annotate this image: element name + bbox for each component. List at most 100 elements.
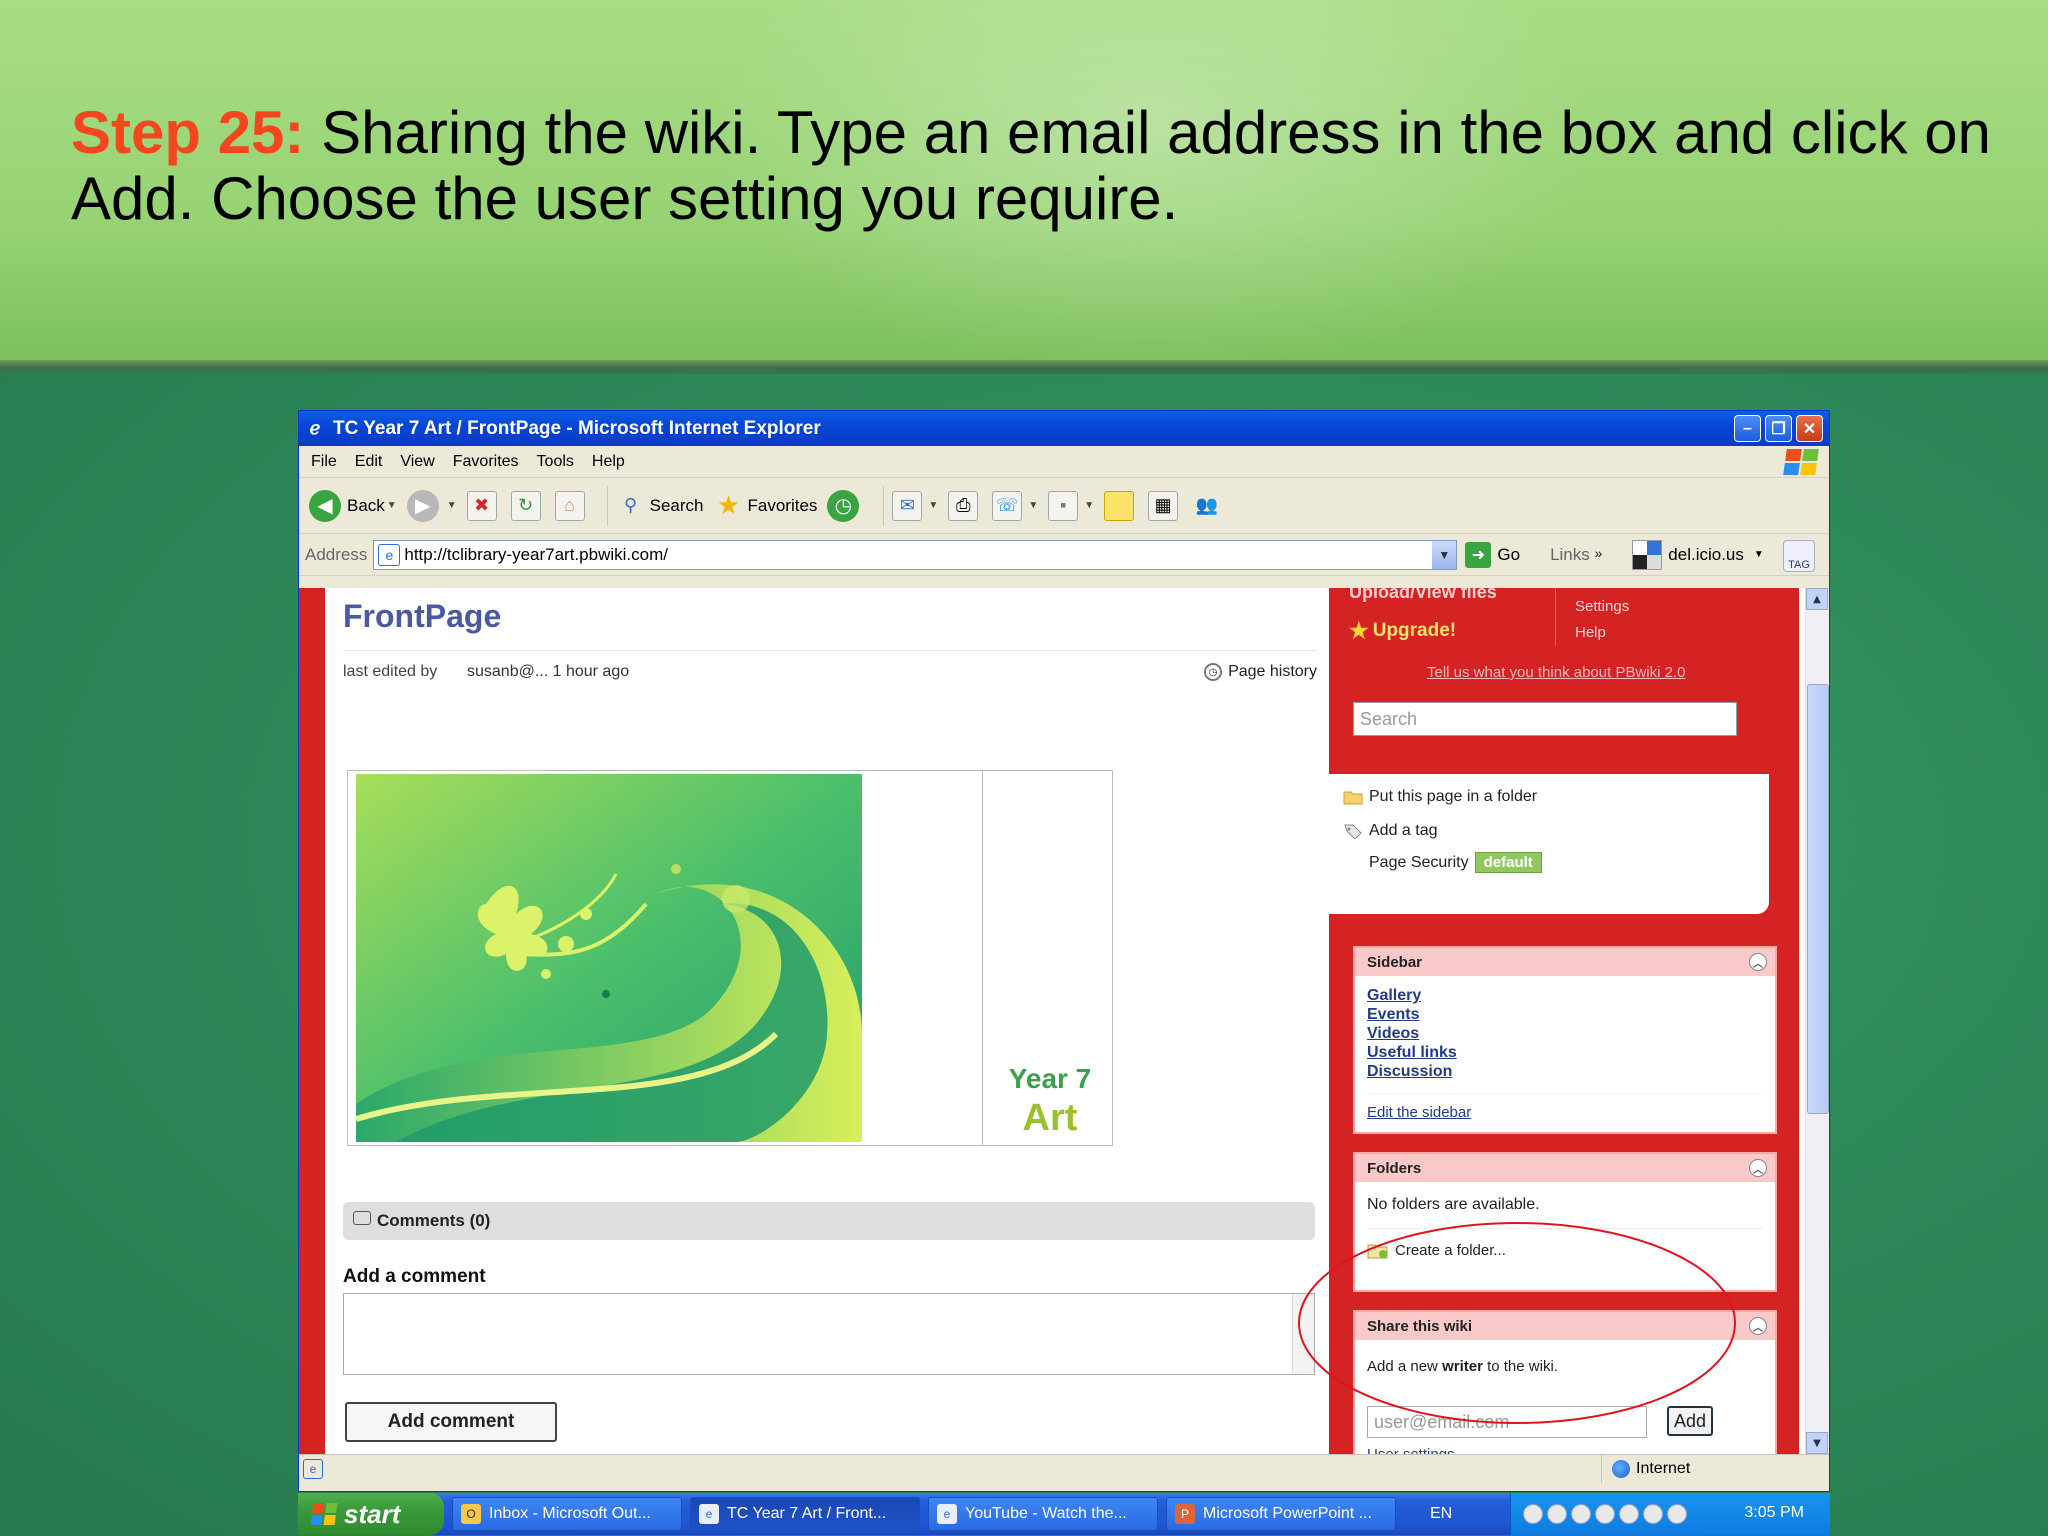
home-icon: ⌂ <box>554 490 585 521</box>
annotation-ellipse <box>1298 1222 1736 1424</box>
search-button[interactable]: ⚲ Search <box>616 484 704 528</box>
contacts-button[interactable]: 👥 <box>1192 484 1226 528</box>
address-input[interactable]: e http://tclibrary-year7art.pbwiki.com/ … <box>373 539 1458 570</box>
delicious-button[interactable]: del.icio.us ▼ <box>1632 539 1764 570</box>
go-label: Go <box>1497 544 1521 564</box>
history-button[interactable]: ◷ <box>827 484 865 528</box>
tray-icon[interactable] <box>1667 1504 1687 1524</box>
network-icon[interactable] <box>1619 1504 1639 1524</box>
home-button[interactable]: ⌂ <box>554 484 589 528</box>
mail-dropdown-icon[interactable]: ▼ <box>928 500 938 511</box>
menu-help[interactable]: Help <box>592 453 625 471</box>
menu-edit[interactable]: Edit <box>355 453 383 471</box>
notes-button[interactable] <box>1104 484 1138 528</box>
outlook-icon: O <box>461 1504 481 1524</box>
favorites-label: Favorites <box>747 495 818 515</box>
language-indicator[interactable]: EN <box>1430 1505 1452 1523</box>
task-ie-wiki-label: TC Year 7 Art / Front... <box>727 1505 887 1522</box>
forward-dropdown-icon[interactable]: ▼ <box>447 500 457 511</box>
contacts-icon: 👥 <box>1195 495 1219 515</box>
messenger-dropdown-icon[interactable]: ▼ <box>1028 500 1038 511</box>
back-arrow-icon: ◀ <box>309 489 341 522</box>
globe-icon <box>1612 1460 1630 1478</box>
history-icon: ◷ <box>827 489 860 522</box>
page-icon: e <box>378 543 401 566</box>
chevron-right-icon: » <box>1594 544 1603 561</box>
minimize-button[interactable]: – <box>1734 415 1761 442</box>
print-button[interactable]: ⎙ <box>948 484 982 528</box>
note-icon <box>1104 490 1135 521</box>
favorites-star-icon: ★ <box>716 490 741 520</box>
windows-flag-icon <box>310 1503 338 1525</box>
standard-toolbar: ◀ Back ▼ ▶ ▼ ✖ ↻ ⌂ ⚲ Search ★ Favorites ◷ ✉ ▼ … <box>299 478 1829 534</box>
toolbar-separator <box>883 485 885 526</box>
research-dropdown-icon[interactable]: ▼ <box>1084 500 1094 511</box>
tray-icon[interactable] <box>1595 1504 1615 1524</box>
research-icon: ▪ <box>1048 490 1079 521</box>
media-icon: ▦ <box>1148 490 1179 521</box>
menu-file[interactable]: File <box>311 453 337 471</box>
task-powerpoint[interactable]: P Microsoft PowerPoint ... <box>1166 1497 1396 1531</box>
stop-button[interactable]: ✖ <box>466 484 501 528</box>
go-button[interactable]: ➜ Go <box>1465 541 1521 568</box>
tag-button[interactable]: TAG <box>1783 540 1815 572</box>
messenger-button[interactable]: ☏ ▼ <box>992 484 1038 528</box>
title-bar[interactable]: ℯ TC Year 7 Art / FrontPage - Microsoft … <box>299 411 1829 446</box>
tray-icon[interactable] <box>1523 1504 1543 1524</box>
task-powerpoint-label: Microsoft PowerPoint ... <box>1203 1505 1372 1522</box>
forward-arrow-icon: ▶ <box>406 489 439 522</box>
task-youtube[interactable]: e YouTube - Watch the... <box>928 1497 1158 1531</box>
tray-icon[interactable] <box>1643 1504 1663 1524</box>
taskbar: start O Inbox - Microsoft Out... e TC Year… <box>298 1493 1830 1535</box>
maximize-button[interactable]: ❐ <box>1765 415 1792 442</box>
tag-label: TAG <box>1788 559 1810 571</box>
step-label: Step 25: <box>71 99 305 166</box>
forward-button[interactable]: ▶ ▼ <box>406 484 457 528</box>
delicious-dropdown-icon[interactable]: ▼ <box>1754 549 1764 560</box>
slide-caption: Step 25: Sharing the wiki. Type an email… <box>71 100 1991 232</box>
status-bar: e Internet <box>299 1454 1829 1483</box>
start-label: start <box>344 1498 401 1529</box>
address-dropdown-icon[interactable]: ▼ <box>1432 540 1457 569</box>
task-ie-wiki[interactable]: e TC Year 7 Art / Front... <box>690 1497 920 1531</box>
tray-icon[interactable] <box>1547 1504 1567 1524</box>
menu-bar: File Edit View Favorites Tools Help <box>299 446 1829 478</box>
zone-label: Internet <box>1636 1460 1691 1477</box>
menu-tools[interactable]: Tools <box>537 453 574 471</box>
task-youtube-label: YouTube - Watch the... <box>965 1505 1127 1522</box>
skype-icon: ☏ <box>992 490 1023 521</box>
task-outlook[interactable]: O Inbox - Microsoft Out... <box>452 1497 682 1531</box>
task-outlook-label: Inbox - Microsoft Out... <box>489 1505 651 1522</box>
back-dropdown-icon[interactable]: ▼ <box>387 500 397 511</box>
menu-favorites[interactable]: Favorites <box>453 453 519 471</box>
page-viewport: FrontPage last edited by susanb@... 1 ho… <box>299 588 1829 1454</box>
start-button[interactable]: start <box>298 1493 444 1535</box>
system-tray: 3:05 PM <box>1510 1493 1830 1535</box>
mail-icon: ✉ <box>892 490 923 521</box>
research-button[interactable]: ▪ ▼ <box>1048 484 1094 528</box>
clock[interactable]: 3:05 PM <box>1744 1504 1804 1522</box>
refresh-button[interactable]: ↻ <box>510 484 545 528</box>
menu-view[interactable]: View <box>400 453 434 471</box>
ie-page-icon: ℯ <box>309 418 321 438</box>
slide-divider <box>0 360 2048 374</box>
back-button[interactable]: ◀ Back ▼ <box>309 484 397 528</box>
delicious-label: del.icio.us <box>1668 544 1744 564</box>
delicious-logo-icon <box>1632 539 1663 570</box>
close-button[interactable]: ✕ <box>1796 415 1823 442</box>
address-bar: Address e http://tclibrary-year7art.pbwi… <box>299 534 1829 576</box>
window-title: TC Year 7 Art / FrontPage - Microsoft In… <box>333 417 821 439</box>
search-label: Search <box>649 495 704 515</box>
windows-logo-icon <box>1783 449 1819 475</box>
media-button[interactable]: ▦ <box>1148 484 1182 528</box>
mail-button[interactable]: ✉ ▼ <box>892 484 938 528</box>
powerpoint-icon: P <box>1175 1504 1195 1524</box>
refresh-icon: ↻ <box>510 490 541 521</box>
volume-icon[interactable] <box>1571 1504 1591 1524</box>
toolbar-separator <box>606 485 608 526</box>
step-instruction: Sharing the wiki. Type an email address … <box>71 99 1991 232</box>
ie-icon: e <box>937 1504 957 1524</box>
go-arrow-icon: ➜ <box>1465 541 1492 568</box>
links-toolbar[interactable]: Links » <box>1550 545 1602 565</box>
favorites-button[interactable]: ★ Favorites <box>713 484 818 528</box>
